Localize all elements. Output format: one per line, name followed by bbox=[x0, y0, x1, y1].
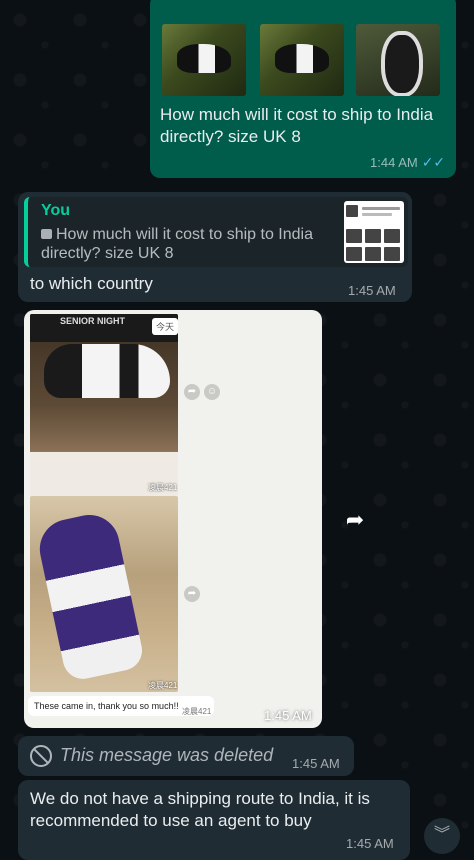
emoji-icon: ☺ bbox=[204, 384, 220, 400]
forward-icon: ➦ bbox=[184, 586, 200, 602]
message-time: 1:45 AM bbox=[264, 708, 312, 723]
shoe-photo-thumbnail[interactable] bbox=[260, 24, 344, 96]
outgoing-message[interactable]: How much will it cost to ship to India d… bbox=[150, 0, 456, 178]
quote-thumbnail bbox=[344, 201, 404, 263]
shoe-photo-thumbnail[interactable] bbox=[356, 24, 440, 96]
shirt-text: SENIOR NIGHT bbox=[60, 316, 126, 326]
shoe-photo-thumbnail[interactable] bbox=[162, 24, 246, 96]
shoe-photo: 凌晨421 bbox=[30, 496, 178, 692]
quote-author: You bbox=[41, 202, 71, 219]
message-text: We do not have a shipping route to India… bbox=[30, 789, 370, 830]
photo-icon bbox=[41, 229, 52, 239]
deleted-text: This message was deleted bbox=[60, 745, 274, 765]
chevron-double-down-icon[interactable]: ︾ bbox=[424, 818, 460, 854]
message-time: 1:45 AM bbox=[346, 836, 394, 851]
block-icon bbox=[30, 745, 52, 767]
message-time: 1:45 AM bbox=[348, 283, 396, 298]
forward-icon: ➦ bbox=[184, 384, 200, 400]
date-tag: 今天 bbox=[152, 318, 179, 335]
watermark: 凌晨421 bbox=[148, 483, 178, 492]
shoe-photo: SENIOR NIGHT 凌晨421 bbox=[30, 314, 178, 496]
double-check-read-icon: ✓✓ bbox=[421, 154, 446, 170]
message-time: 1:45 AM bbox=[292, 756, 340, 771]
watermark: 凌晨421 bbox=[148, 681, 178, 690]
message-text: How much will it cost to ship to India d… bbox=[160, 105, 434, 146]
message-text: to which country bbox=[30, 274, 153, 293]
watermark: 凌晨421 bbox=[182, 707, 212, 716]
quoted-message[interactable]: You How much will it cost to ship to Ind… bbox=[24, 197, 408, 267]
message-time: 1:44 AM ✓✓ bbox=[370, 154, 445, 171]
time-label: 1:44 AM bbox=[370, 155, 418, 170]
incoming-image-message[interactable]: SENIOR NIGHT 凌晨421 今天 ➦ ☺ 凌晨421 ➦ These … bbox=[24, 310, 322, 728]
quote-text: How much will it cost to ship to India d… bbox=[41, 225, 341, 263]
quote-text-label: How much will it cost to ship to India d… bbox=[41, 226, 313, 262]
forward-icon[interactable]: ➦ bbox=[335, 500, 375, 540]
